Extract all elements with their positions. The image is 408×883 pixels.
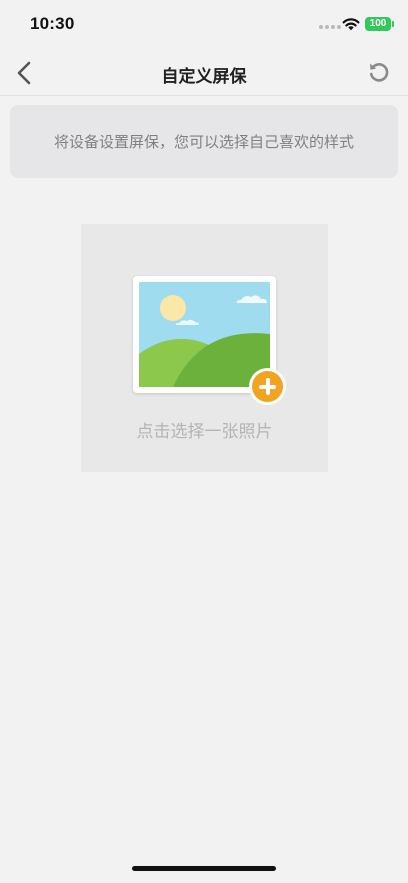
wifi-icon [342, 18, 360, 31]
screen: 10:30 100 自定义屏保 将设备设置屏保，您可以选择自己喜欢的样式 点击选… [0, 0, 408, 883]
add-circle-icon [249, 368, 286, 405]
reset-icon[interactable] [366, 59, 392, 85]
tip-text: 将设备设置屏保，您可以选择自己喜欢的样式 [53, 133, 354, 151]
nav-bar: 自定义屏保 [0, 50, 408, 96]
signal-dots-icon [319, 25, 341, 29]
battery-cap [392, 21, 394, 27]
picker-label: 点击选择一张照片 [136, 422, 273, 442]
select-photo-button[interactable]: 点击选择一张照片 [81, 224, 328, 472]
tip-box: 将设备设置屏保，您可以选择自己喜欢的样式 [10, 105, 398, 178]
page-title: 自定义屏保 [161, 67, 247, 87]
status-bar: 10:30 100 [0, 0, 408, 50]
battery-level: 100 [369, 18, 387, 29]
battery-icon: 100 [365, 17, 391, 31]
status-time: 10:30 [30, 14, 75, 33]
home-indicator [132, 866, 276, 871]
